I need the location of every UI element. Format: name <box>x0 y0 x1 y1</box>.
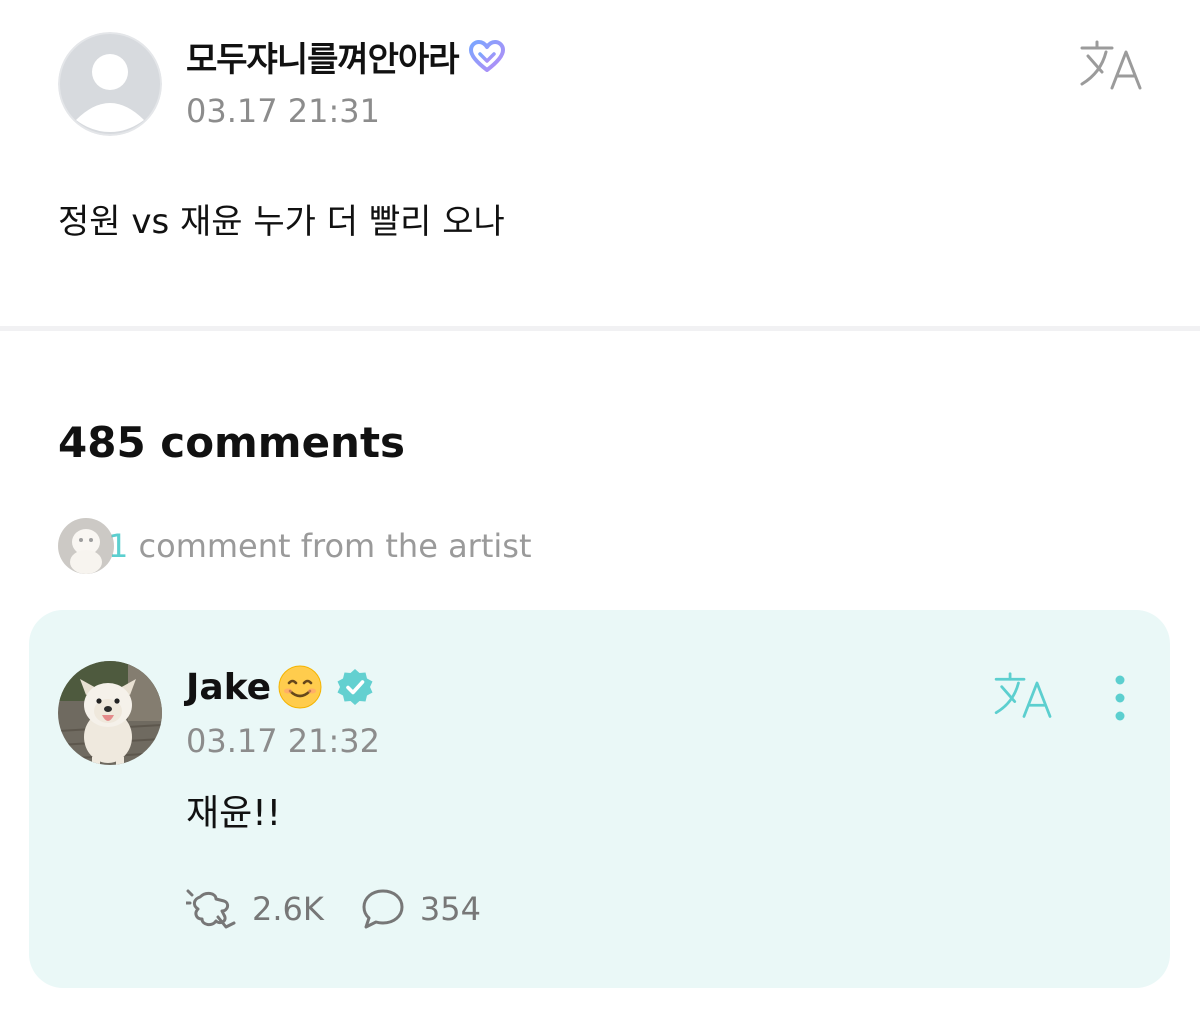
artist-comment-summary-text: 1 comment from the artist <box>108 527 531 565</box>
speech-bubble-icon <box>362 889 404 929</box>
like-button[interactable]: 2.6K <box>186 887 324 931</box>
comment-author[interactable]: Jake <box>186 664 375 710</box>
reply-count: 354 <box>419 890 481 928</box>
comment-author-avatar[interactable] <box>58 661 162 765</box>
comment-timestamp: 03.17 21:32 <box>186 722 380 760</box>
translate-button[interactable] <box>1078 38 1146 94</box>
comment-body: 재윤!! <box>186 793 282 834</box>
post-timestamp: 03.17 21:31 <box>186 92 380 130</box>
reply-button[interactable]: 354 <box>360 887 481 931</box>
artist-comment-summary[interactable]: 1 comment from the artist <box>58 518 531 574</box>
post-author-name[interactable]: 모두쟈니를껴안아라 <box>186 32 460 81</box>
comments-count: 485 comments <box>58 418 406 467</box>
dog-photo-avatar <box>58 661 162 765</box>
comment-author-name[interactable]: Jake <box>186 667 271 708</box>
heart-membership-icon <box>468 39 505 72</box>
translate-icon <box>994 672 1052 718</box>
artist-comment-label: comment from the artist <box>128 527 532 565</box>
cheer-icon <box>186 889 236 929</box>
comment-actions: 2.6K 354 <box>186 886 481 932</box>
section-divider <box>0 326 1200 331</box>
post-body: 정원 vs 재윤 누가 더 빨리 오나 <box>58 202 505 242</box>
default-avatar-icon <box>58 32 162 136</box>
smiling-face-emoji <box>277 664 323 710</box>
like-count: 2.6K <box>252 890 324 928</box>
verified-badge-icon <box>337 669 373 705</box>
comment-translate-button[interactable] <box>992 670 1056 722</box>
artist-avatar-thumb <box>58 518 114 574</box>
post-author-avatar[interactable] <box>58 32 162 136</box>
more-vertical-icon <box>1115 675 1125 721</box>
post-author[interactable]: 모두쟈니를껴안아라 <box>186 32 505 81</box>
translate-icon <box>1080 40 1142 90</box>
comment-more-button[interactable] <box>1104 672 1136 724</box>
